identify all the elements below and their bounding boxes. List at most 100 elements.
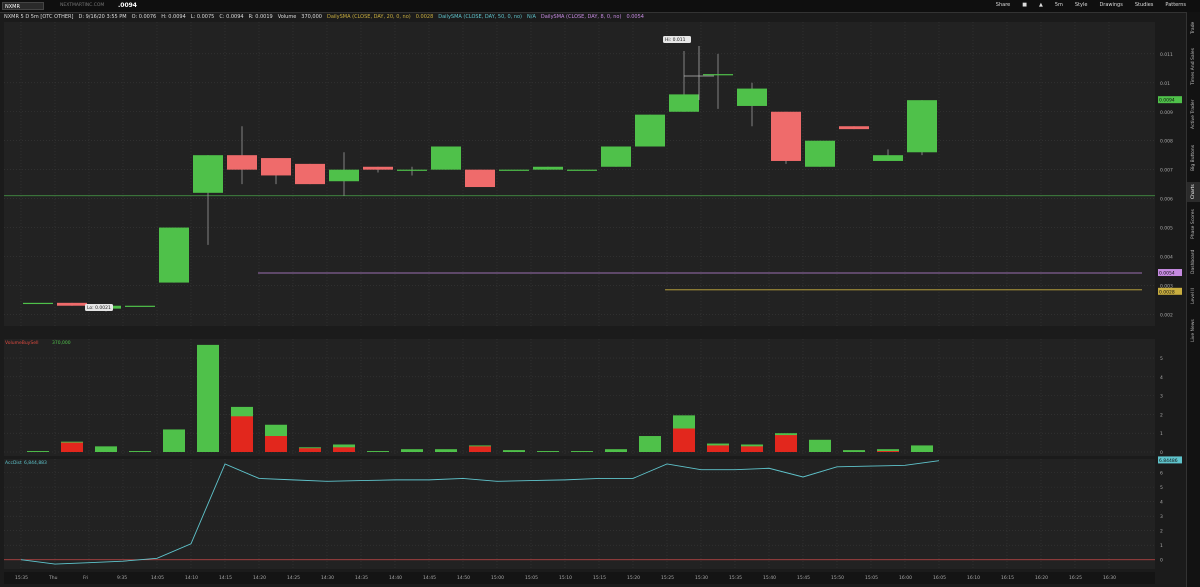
volume-bar-buy — [129, 451, 151, 452]
volume-bar-buy — [401, 449, 423, 452]
sidebar-item-trade[interactable]: Trade — [1187, 16, 1200, 40]
x-tick-label: 16:20 — [1035, 575, 1048, 581]
x-tick-label: 15:35 — [15, 575, 28, 581]
sidebar-item-big-buttons[interactable]: Big Buttons — [1187, 138, 1200, 178]
volume-bar-buy — [503, 450, 525, 452]
candle-body — [57, 302, 87, 306]
candle-body — [125, 305, 155, 307]
y-tick-label: 0.005 — [1160, 226, 1173, 232]
x-tick-label: 14:45 — [423, 575, 436, 581]
x-tick-label: 16:15 — [1001, 575, 1014, 581]
x-axis-band — [4, 572, 1155, 584]
x-tick-label: 14:15 — [219, 575, 232, 581]
x-tick-label: 14:30 — [321, 575, 334, 581]
lo-label: Lo: 0.0021 — [87, 305, 111, 311]
volume-bar-buy — [537, 451, 559, 452]
x-tick-label: Thu — [48, 575, 58, 581]
x-tick-label: 15:50 — [831, 575, 844, 581]
x-tick-label: 16:00 — [899, 575, 912, 581]
volume-bar-buy — [95, 446, 117, 452]
candle-body — [329, 169, 359, 182]
toolbar-tools: Share ■ ▲ 5m Style Drawings Studies Patt… — [996, 2, 1186, 8]
symbol-selector[interactable]: NXMR — [2, 2, 44, 10]
sidebar-item-live-news[interactable]: Live News — [1187, 314, 1200, 348]
y-tick-label: 3 — [1160, 514, 1163, 520]
y-tick-label: 5 — [1160, 356, 1163, 362]
info-item: L: 0.0075 — [191, 14, 215, 20]
volume-bar-buy — [809, 439, 831, 452]
volume-bar-buy — [571, 451, 593, 452]
info-item: R: 0.0019 — [249, 14, 273, 20]
volume-bar-sell — [299, 448, 321, 452]
candle-body — [839, 126, 869, 130]
x-tick-label: 9:35 — [117, 575, 127, 581]
y-tick-label: 0.009 — [1160, 110, 1173, 116]
drawings-button[interactable]: Drawings — [1099, 2, 1122, 8]
info-item: Volume — [278, 14, 297, 20]
accdist-study-title: AccDist — [5, 460, 22, 466]
info-item: H: 0.0094 — [161, 14, 186, 20]
volume-bar-sell — [469, 446, 491, 452]
x-tick-label: 15:05 — [865, 575, 878, 581]
sidebar-item-charts[interactable]: Charts — [1187, 182, 1200, 202]
x-tick-label: 15:35 — [729, 575, 742, 581]
volume-bar-sell — [673, 428, 695, 452]
y-tick-label: 0.011 — [1160, 52, 1173, 58]
volume-bar-sell — [741, 446, 763, 452]
studies-button[interactable]: Studies — [1135, 2, 1154, 8]
candle-body — [669, 94, 699, 112]
share-button[interactable]: Share — [996, 2, 1010, 8]
chart-area[interactable]: NXMR 5 D 5m [OTC OTHER] D: 9/16/20 3:55 P… — [0, 12, 1186, 587]
volume-bar-buy — [27, 451, 49, 452]
volume-bar-buy — [163, 429, 185, 452]
y-tick-label: 4 — [1160, 375, 1163, 381]
y-tick-label: 2 — [1160, 412, 1163, 418]
x-tick-label: 14:25 — [287, 575, 300, 581]
x-tick-label: 15:45 — [797, 575, 810, 581]
accdist-panel — [4, 459, 1155, 569]
sma20-badge: 0.0028 — [1159, 289, 1175, 295]
x-tick-label: 15:25 — [661, 575, 674, 581]
y-tick-label: 0 — [1160, 558, 1163, 564]
sidebar-item-level-ii[interactable]: Level II — [1187, 282, 1200, 310]
candle-body — [703, 74, 733, 76]
sidebar-item-active-trader[interactable]: Active Trader — [1187, 94, 1200, 134]
last-price: .0094 — [118, 2, 137, 9]
timeframe-button[interactable]: 5m — [1055, 2, 1063, 8]
accdist-value: 6,844,883 — [24, 460, 47, 466]
candle-body — [465, 169, 495, 188]
sidebar-item-phase-scores[interactable]: Phase Scores — [1187, 206, 1200, 242]
candle-body — [431, 146, 461, 170]
study-label: N/A — [527, 14, 536, 20]
y-tick-label: 3 — [1160, 394, 1163, 400]
y-tick-label: 4 — [1160, 500, 1163, 506]
right-sidebar: Trade Times And Sales Active Trader Big But… — [1186, 12, 1200, 587]
candle-body — [771, 111, 801, 161]
volume-bar-sell — [333, 447, 355, 452]
patterns-button[interactable]: Patterns — [1165, 2, 1186, 8]
volume-bar-sell — [877, 451, 899, 452]
candle-body — [907, 100, 937, 153]
candle-body — [193, 155, 223, 193]
candle-body — [23, 302, 53, 305]
sidebar-item-times-and-sales[interactable]: Times And Sales — [1187, 44, 1200, 90]
price-badge: 0.0094 — [1159, 98, 1175, 104]
y-tick-label: 0.007 — [1160, 168, 1173, 174]
bell-icon[interactable]: ▲ — [1039, 2, 1043, 8]
x-tick-label: 14:50 — [457, 575, 470, 581]
x-tick-label: 14:40 — [389, 575, 402, 581]
x-tick-label: 14:20 — [253, 575, 266, 581]
x-tick-label: 15:30 — [695, 575, 708, 581]
style-button[interactable]: Style — [1075, 2, 1088, 8]
x-tick-label: 14:05 — [151, 575, 164, 581]
volume-bar-buy — [911, 445, 933, 452]
sidebar-item-dashboard[interactable]: Dashboard — [1187, 246, 1200, 278]
volume-bar-sell — [775, 435, 797, 452]
y-tick-label: 0.004 — [1160, 255, 1173, 261]
x-tick-label: 16:30 — [1103, 575, 1116, 581]
y-tick-label: 0.006 — [1160, 197, 1173, 203]
save-icon[interactable]: ■ — [1022, 2, 1027, 8]
accdist-badge: 6.84486 — [1159, 458, 1178, 464]
info-item: D: 9/16/20 3:55 PM — [78, 14, 126, 20]
y-tick-label: 1 — [1160, 431, 1163, 437]
